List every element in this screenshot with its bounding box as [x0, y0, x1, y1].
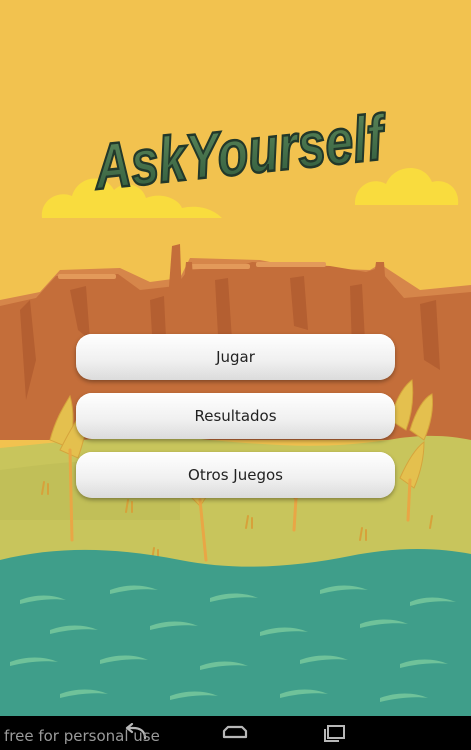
- recent-apps-icon: [324, 725, 345, 742]
- app-logo: AskYourself: [88, 99, 392, 204]
- other-games-button[interactable]: Otros Juegos: [76, 452, 395, 498]
- recent-apps-button[interactable]: [312, 716, 356, 750]
- watermark-text: free for personal use: [4, 727, 160, 745]
- app-screen: AskYourself Jugar Resultados Otros Juego…: [0, 0, 471, 750]
- results-button[interactable]: Resultados: [76, 393, 395, 439]
- play-button[interactable]: Jugar: [76, 334, 395, 380]
- home-icon: [222, 725, 248, 739]
- home-button[interactable]: [213, 716, 257, 750]
- logo-text: AskYourself: [89, 101, 391, 204]
